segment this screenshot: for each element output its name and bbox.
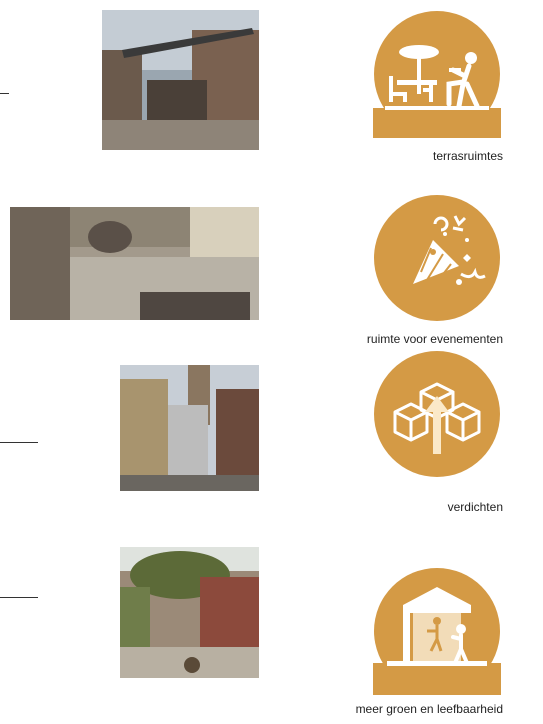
divider-line xyxy=(0,442,38,443)
events-icon-circle xyxy=(373,194,501,322)
feature-caption: ruimte voor evenementen xyxy=(366,332,503,346)
feature-caption: meer groen en leefbaarheid xyxy=(355,702,503,716)
greenery-icon-circle xyxy=(373,567,501,695)
divider-line xyxy=(0,597,38,598)
green-alley-photo xyxy=(120,547,259,678)
event-square-photo xyxy=(10,207,259,320)
divider-line xyxy=(0,93,9,94)
densify-icon-circle xyxy=(373,350,501,478)
densified-street-photo xyxy=(120,365,259,491)
terrace-street-photo xyxy=(102,10,259,150)
feature-caption: verdichten xyxy=(447,500,503,514)
feature-caption: terrasruimtes xyxy=(432,149,503,163)
terrace-icon-circle xyxy=(373,10,501,138)
